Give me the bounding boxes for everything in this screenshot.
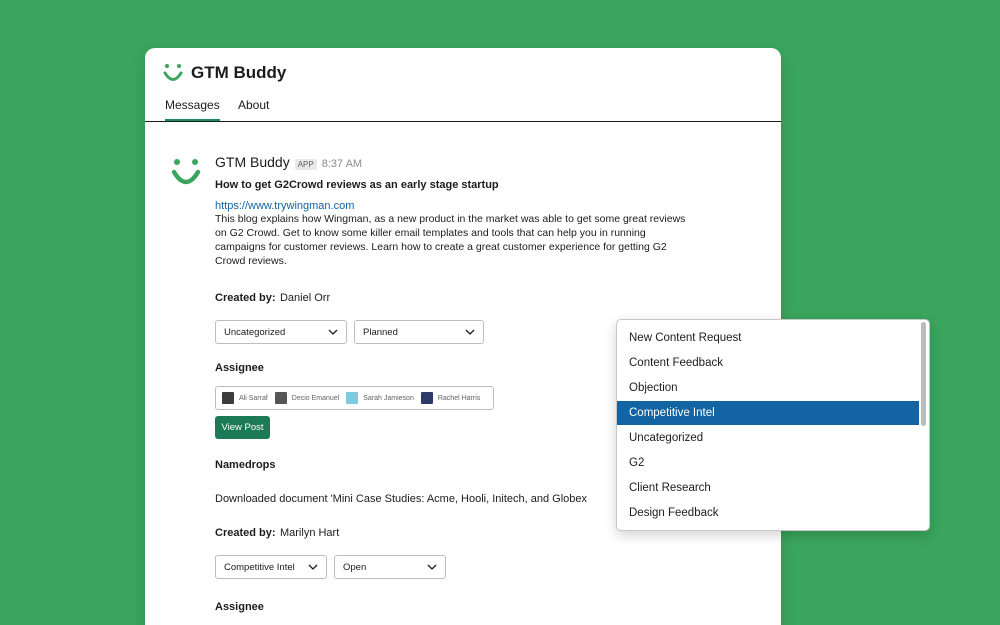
sender-name[interactable]: GTM Buddy bbox=[215, 154, 290, 170]
assignee-name: Decio Emanuel bbox=[291, 394, 340, 402]
tab-messages[interactable]: Messages bbox=[165, 98, 220, 121]
created-by: Created by: Daniel Orr bbox=[215, 288, 775, 306]
post-description: This blog explains how Wingman, as a new… bbox=[215, 213, 686, 267]
dropdown-option[interactable]: Uncategorized bbox=[617, 426, 919, 450]
dropdown-option[interactable]: Objection bbox=[617, 376, 919, 400]
dropdown-option[interactable]: Design Feedback bbox=[617, 501, 919, 525]
assignee-name: Rachel Harris bbox=[437, 394, 481, 402]
status-select-value: Open bbox=[343, 561, 367, 573]
assignee-chip[interactable]: Sarah Jamieson bbox=[346, 392, 414, 404]
avatar bbox=[420, 392, 433, 404]
created-by-name: Marilyn Hart bbox=[279, 527, 340, 539]
view-post-button[interactable]: View Post bbox=[215, 416, 270, 439]
status-select[interactable]: Open bbox=[334, 555, 446, 579]
dropdown-option[interactable]: Content Feedback bbox=[617, 351, 919, 375]
dropdown-option[interactable]: New Content Request bbox=[617, 326, 919, 350]
avatar bbox=[222, 392, 234, 404]
message-header: GTM Buddy APP 8:37 AM bbox=[215, 154, 775, 172]
timestamp[interactable]: 8:37 AM bbox=[322, 158, 362, 170]
category-select[interactable]: Competitive Intel bbox=[215, 555, 327, 579]
avatar bbox=[274, 392, 287, 404]
app-title: GTM Buddy bbox=[191, 63, 287, 82]
app-header: GTM Buddy bbox=[163, 60, 286, 86]
category-dropdown-menu[interactable]: New Content Request Content Feedback Obj… bbox=[616, 319, 930, 531]
namedrop-selects: Competitive Intel Open bbox=[215, 555, 775, 579]
post-link[interactable]: https://www.trywingman.com bbox=[215, 200, 775, 212]
chevron-down-icon bbox=[427, 564, 437, 570]
category-select[interactable]: Uncategorized bbox=[215, 320, 347, 344]
status-select-value: Planned bbox=[363, 326, 398, 338]
dropdown-option[interactable]: G2 bbox=[617, 451, 919, 475]
assignee-picker[interactable]: Ali Sarraf Decio Emanuel Sarah Jamieson … bbox=[215, 386, 495, 410]
app-badge: APP bbox=[294, 159, 317, 170]
dropdown-scrollbar[interactable] bbox=[921, 322, 926, 426]
chevron-down-icon bbox=[328, 329, 338, 335]
dropdown-option[interactable]: Client Research bbox=[617, 476, 919, 500]
status-select[interactable]: Planned bbox=[354, 320, 484, 344]
created-by-label: Created by: bbox=[215, 292, 276, 304]
created-by-label: Created by: bbox=[215, 527, 276, 539]
gtm-buddy-logo-icon bbox=[163, 64, 183, 81]
assignee-chip[interactable]: Decio Emanuel bbox=[274, 392, 340, 404]
assignee-name: Sarah Jamieson bbox=[363, 394, 414, 402]
tab-about[interactable]: About bbox=[238, 98, 269, 121]
assignee-chip[interactable]: Ali Sarraf bbox=[222, 392, 268, 404]
assignee-name: Ali Sarraf bbox=[239, 394, 268, 402]
created-by-name: Daniel Orr bbox=[279, 292, 331, 304]
assignee-label: Assignee bbox=[215, 601, 264, 613]
assignee-chip[interactable]: Rachel Harris bbox=[420, 392, 481, 404]
gtm-buddy-avatar-icon[interactable] bbox=[171, 156, 201, 188]
post-title: How to get G2Crowd reviews as an early s… bbox=[215, 179, 499, 191]
tab-bar: Messages About bbox=[145, 98, 781, 122]
category-select-value: Uncategorized bbox=[224, 326, 286, 338]
category-select-value: Competitive Intel bbox=[224, 561, 295, 573]
chevron-down-icon bbox=[465, 329, 475, 335]
dropdown-option-selected[interactable]: Competitive Intel bbox=[617, 401, 919, 425]
chevron-down-icon bbox=[308, 564, 318, 570]
avatar bbox=[346, 392, 359, 404]
